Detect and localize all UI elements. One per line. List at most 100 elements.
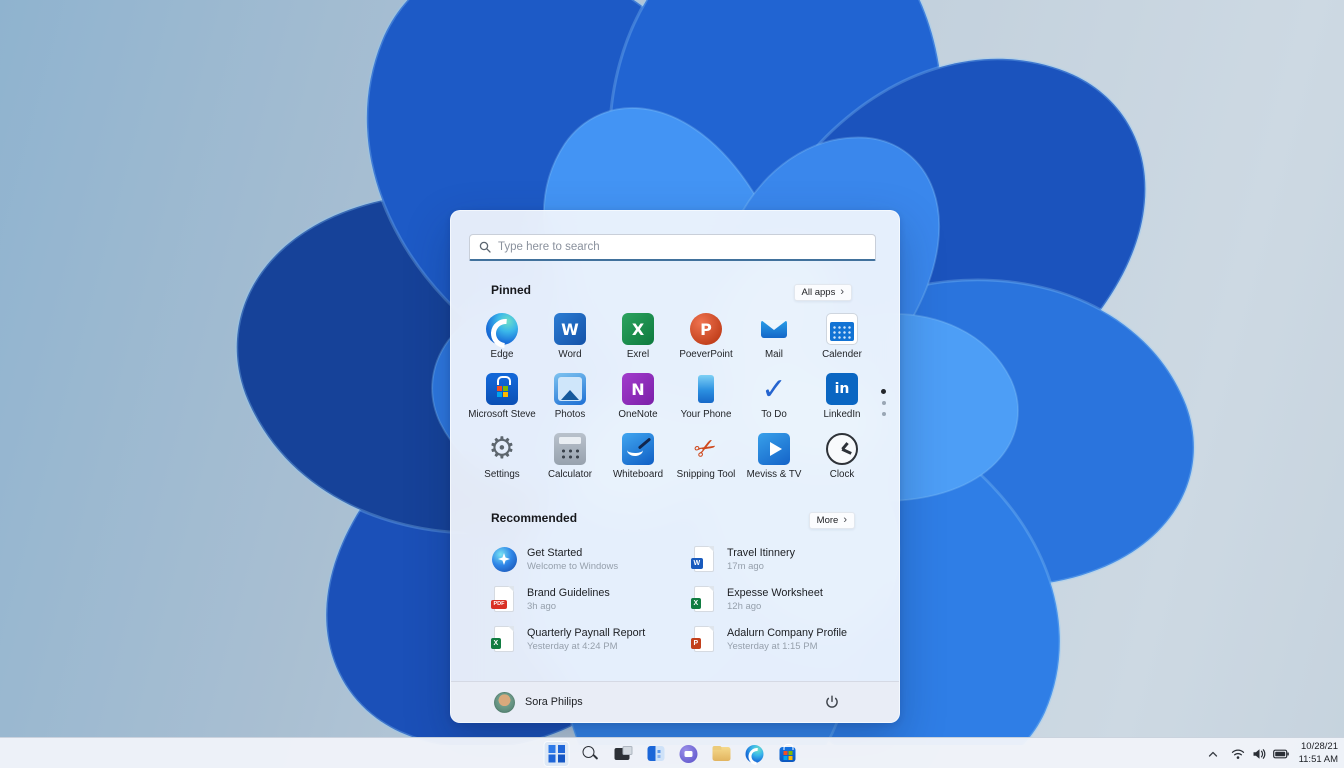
recommended-item-subtitle: 12h ago (727, 600, 762, 612)
task-view-button[interactable] (610, 741, 636, 767)
pinned-app[interactable]: Calender (808, 311, 876, 371)
recommended-item-icon (491, 546, 517, 572)
pinned-app[interactable]: Snipping Tool (672, 431, 740, 491)
user-avatar (494, 691, 515, 713)
recommended-item-title: Expesse Worksheet (727, 586, 823, 599)
start-menu: Pinned All apps › Edge Word Exrel Poever… (450, 210, 900, 723)
document-icon (491, 546, 517, 572)
app-label: Snipping Tool (676, 469, 736, 480)
start-button[interactable] (543, 740, 570, 767)
app-icon (690, 313, 722, 345)
user-profile-button[interactable]: Sora Philips (494, 691, 583, 713)
chevron-right-icon: › (840, 285, 844, 298)
pinned-app[interactable]: Edge (468, 311, 536, 371)
recommended-item[interactable]: Adalurn Company Profile Yesterday at 1:1… (691, 619, 891, 659)
app-label: Calculator (547, 469, 593, 480)
file-explorer-button[interactable] (709, 741, 735, 767)
battery-icon[interactable] (1272, 749, 1289, 759)
all-apps-label: All apps (801, 287, 836, 298)
search-input[interactable] (498, 241, 866, 253)
app-label: LinkedIn (823, 409, 861, 420)
pinned-app[interactable]: Photos (536, 371, 604, 431)
tray-date: 10/28/21 (1301, 741, 1338, 753)
pinned-app[interactable]: To Do (740, 371, 808, 431)
app-icon (826, 433, 858, 465)
document-icon (691, 586, 714, 612)
page-dot[interactable] (881, 412, 886, 416)
power-icon (826, 695, 838, 708)
pinned-app[interactable]: Clock (808, 431, 876, 491)
app-icon (622, 373, 654, 405)
document-icon (691, 626, 714, 652)
app-icon (554, 373, 586, 405)
search-box[interactable] (469, 234, 876, 261)
recommended-item-icon (691, 626, 717, 652)
document-icon (691, 546, 714, 572)
recommended-item-subtitle: Yesterday at 4:24 PM (527, 640, 618, 652)
user-name: Sora Philips (525, 696, 583, 708)
app-label: To Do (761, 409, 787, 420)
recommended-item[interactable]: Travel Itinnery 17m ago (691, 539, 891, 579)
volume-icon[interactable] (1252, 748, 1266, 760)
search-button[interactable] (577, 741, 603, 767)
recommended-item-title: Quarterly Paynall Report (527, 626, 646, 639)
app-icon (758, 313, 790, 345)
pinned-app[interactable]: Calculator (536, 431, 604, 491)
pinned-app[interactable]: Exrel (604, 311, 672, 371)
recommended-item-title: Travel Itinnery (727, 546, 796, 559)
recommended-item-subtitle: 3h ago (527, 600, 557, 612)
app-icon (758, 373, 790, 405)
page-indicator (881, 389, 886, 416)
pinned-app[interactable]: Mail (740, 311, 808, 371)
app-label: Word (558, 349, 582, 360)
app-label: Exrel (626, 349, 650, 360)
store-button[interactable] (775, 741, 801, 767)
app-icon (690, 433, 722, 465)
pinned-app[interactable]: Settings (468, 431, 536, 491)
pinned-app[interactable]: LinkedIn (808, 371, 876, 431)
tray-time: 11:51 AM (1298, 753, 1338, 765)
app-label: Photos (554, 409, 586, 420)
recommended-item-subtitle: Welcome to Windows (527, 560, 619, 572)
wifi-icon[interactable] (1231, 748, 1245, 760)
taskbar: 10/28/21 11:51 AM (0, 737, 1344, 768)
recommended-item[interactable]: Get Started Welcome to Windows (491, 539, 691, 579)
chevron-right-icon: › (843, 513, 847, 526)
pinned-app[interactable]: PoeverPoint (672, 311, 740, 371)
document-icon (491, 586, 514, 612)
pinned-app[interactable]: Word (536, 311, 604, 371)
page-dot[interactable] (881, 389, 886, 394)
edge-button[interactable] (742, 741, 768, 767)
app-icon (554, 313, 586, 345)
recommended-item-icon (691, 586, 717, 612)
recommended-item[interactable]: Expesse Worksheet 12h ago (691, 579, 891, 619)
recommended-item[interactable]: Quarterly Paynall Report Yesterday at 4:… (491, 619, 691, 659)
taskbar-clock[interactable]: 10/28/21 11:51 AM (1299, 741, 1338, 766)
desktop: { "wallpaper": { "background_top": "#8fb… (0, 0, 1344, 768)
recommended-item[interactable]: Brand Guidelines 3h ago (491, 579, 691, 619)
app-label: OneNote (618, 409, 658, 420)
page-dot[interactable] (881, 401, 886, 405)
pinned-app[interactable]: Meviss & TV (740, 431, 808, 491)
recommended-item-title: Brand Guidelines (527, 586, 610, 599)
recommended-item-icon (491, 586, 517, 612)
pinned-app[interactable]: Whiteboard (604, 431, 672, 491)
app-icon (826, 313, 858, 345)
power-button[interactable] (820, 690, 844, 714)
pinned-app[interactable]: OneNote (604, 371, 672, 431)
chat-button[interactable] (676, 741, 702, 767)
recommended-item-subtitle: Yesterday at 1:15 PM (727, 640, 818, 652)
pinned-app[interactable]: Your Phone (672, 371, 740, 431)
app-label: Meviss & TV (746, 469, 802, 480)
app-label: Your Phone (680, 409, 732, 420)
app-label: Microsoft Steve (468, 409, 536, 420)
app-label: Calender (822, 349, 862, 360)
search-icon (479, 241, 491, 253)
pinned-app[interactable]: Microsoft Steve (468, 371, 536, 431)
more-label: More (816, 515, 839, 526)
app-icon (486, 433, 518, 465)
widgets-button[interactable] (643, 741, 669, 767)
all-apps-button[interactable]: All apps › (793, 284, 852, 301)
more-button[interactable]: More › (808, 512, 855, 529)
tray-chevron-up-icon[interactable] (1207, 749, 1219, 759)
